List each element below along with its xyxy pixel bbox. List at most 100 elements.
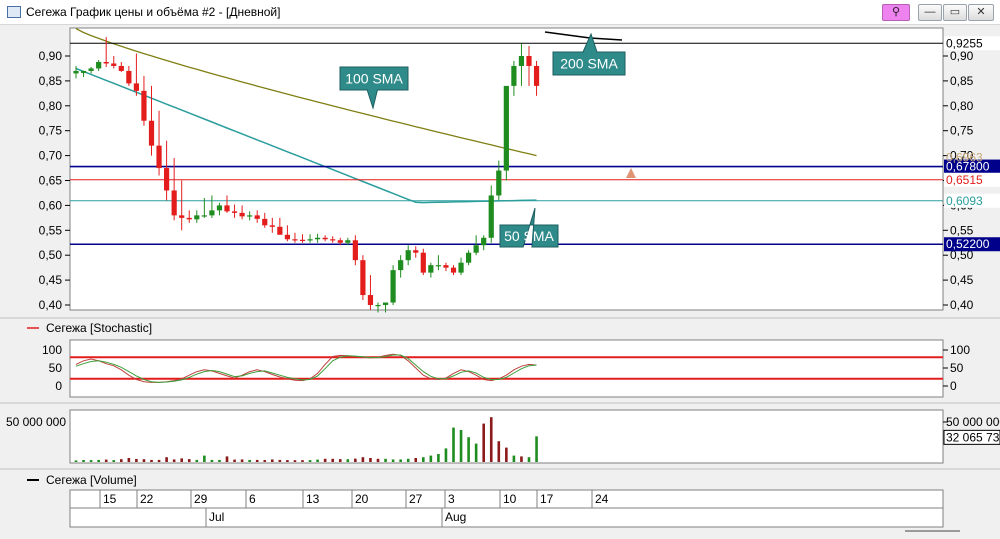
volume-bar[interactable] (263, 460, 267, 462)
volume-bar[interactable] (187, 459, 191, 462)
volume-bar[interactable] (338, 459, 342, 462)
volume-bar[interactable] (195, 459, 199, 462)
candle-body[interactable] (496, 170, 502, 196)
volume-bar[interactable] (384, 458, 387, 462)
volume-bar[interactable] (97, 459, 100, 462)
candle-body[interactable] (435, 265, 441, 267)
candle-body[interactable] (171, 190, 177, 216)
candle-body[interactable] (239, 212, 245, 217)
volume-bar[interactable] (150, 459, 153, 462)
volume-bar[interactable] (505, 447, 508, 462)
volume-bar[interactable] (316, 459, 319, 462)
candle-body[interactable] (216, 205, 223, 211)
volume-bar[interactable] (429, 455, 433, 462)
candle-body[interactable] (473, 245, 479, 253)
volume-bar[interactable] (225, 456, 229, 462)
volume-bar[interactable] (444, 448, 448, 462)
candle-body[interactable] (466, 252, 472, 263)
volume-bar[interactable] (203, 455, 206, 462)
candle-body[interactable] (533, 65, 540, 86)
candle-body[interactable] (458, 262, 464, 273)
volume-bar[interactable] (172, 459, 176, 462)
volume-bar[interactable] (497, 441, 501, 462)
candle-body[interactable] (194, 215, 200, 220)
candle-body[interactable] (186, 217, 192, 220)
candle-body[interactable] (126, 70, 132, 84)
volume-bar[interactable] (459, 430, 463, 462)
candle-body[interactable] (224, 205, 230, 212)
candle-body[interactable] (352, 240, 358, 261)
candle-body[interactable] (164, 168, 170, 191)
volume-bar[interactable] (512, 455, 516, 462)
volume-bar[interactable] (452, 427, 455, 462)
volume-bar[interactable] (286, 460, 289, 462)
volume-bar[interactable] (135, 458, 138, 462)
candle-body[interactable] (73, 70, 79, 74)
volume-bar[interactable] (520, 456, 523, 462)
volume-bar[interactable] (157, 459, 161, 462)
candle-body[interactable] (382, 302, 389, 305)
candle-body[interactable] (481, 237, 487, 246)
candle-body[interactable] (443, 265, 449, 268)
volume-bar[interactable] (89, 460, 93, 462)
candle-body[interactable] (247, 215, 253, 217)
candle-body[interactable] (292, 239, 298, 241)
volume-bar[interactable] (278, 459, 282, 462)
candle-body[interactable] (420, 252, 426, 273)
volume-bar[interactable] (180, 458, 183, 462)
candle-body[interactable] (398, 260, 404, 271)
stochastic-panel[interactable] (69, 339, 944, 398)
volume-bar[interactable] (399, 459, 402, 462)
candle-body[interactable] (231, 211, 238, 213)
volume-bar[interactable] (308, 460, 312, 462)
candle-body[interactable] (88, 68, 94, 71)
candle-body[interactable] (156, 145, 162, 169)
volume-bar[interactable] (104, 459, 108, 462)
candle-body[interactable] (503, 85, 509, 171)
candle-body[interactable] (96, 61, 102, 69)
volume-bar[interactable] (323, 458, 327, 462)
volume-bar[interactable] (535, 436, 538, 462)
candle-body[interactable] (360, 260, 366, 296)
volume-bar[interactable] (120, 459, 123, 462)
volume-bar[interactable] (74, 460, 78, 462)
volume-bar[interactable] (255, 459, 259, 462)
candle-body[interactable] (413, 250, 419, 253)
candle-body[interactable] (111, 63, 117, 66)
volume-bar[interactable] (369, 458, 372, 462)
candle-body[interactable] (450, 267, 457, 273)
volume-bar[interactable] (474, 443, 478, 462)
volume-bar[interactable] (467, 437, 470, 462)
volume-bar[interactable] (301, 460, 304, 462)
volume-bar[interactable] (218, 459, 221, 462)
candle-body[interactable] (118, 65, 124, 71)
candle-body[interactable] (526, 56, 532, 66)
candle-body[interactable] (375, 305, 381, 307)
volume-bar[interactable] (248, 459, 251, 462)
candle-body[interactable] (299, 239, 306, 241)
candle-body[interactable] (262, 218, 268, 226)
candle-body[interactable] (511, 65, 517, 86)
volume-bar[interactable] (361, 457, 365, 462)
candle-body[interactable] (488, 195, 494, 238)
candle-body[interactable] (201, 215, 207, 217)
candle-body[interactable] (254, 215, 260, 219)
volume-bar[interactable] (233, 459, 236, 462)
candle-body[interactable] (133, 83, 139, 91)
candle-body[interactable] (148, 120, 155, 146)
candle-body[interactable] (80, 70, 87, 73)
candle-body[interactable] (322, 237, 328, 240)
candle-body[interactable] (103, 61, 109, 64)
candle-body[interactable] (179, 215, 185, 218)
volume-bar[interactable] (346, 459, 350, 462)
candle-body[interactable] (345, 240, 351, 243)
volume-bar[interactable] (482, 423, 485, 462)
volume-bar[interactable] (210, 459, 214, 462)
candle-body[interactable] (405, 250, 411, 261)
volume-bar[interactable] (240, 459, 244, 462)
volume-bar[interactable] (414, 458, 418, 462)
volume-bar[interactable] (489, 417, 493, 462)
candle-body[interactable] (141, 90, 147, 121)
volume-bar[interactable] (527, 457, 531, 462)
volume-bar[interactable] (391, 459, 395, 462)
